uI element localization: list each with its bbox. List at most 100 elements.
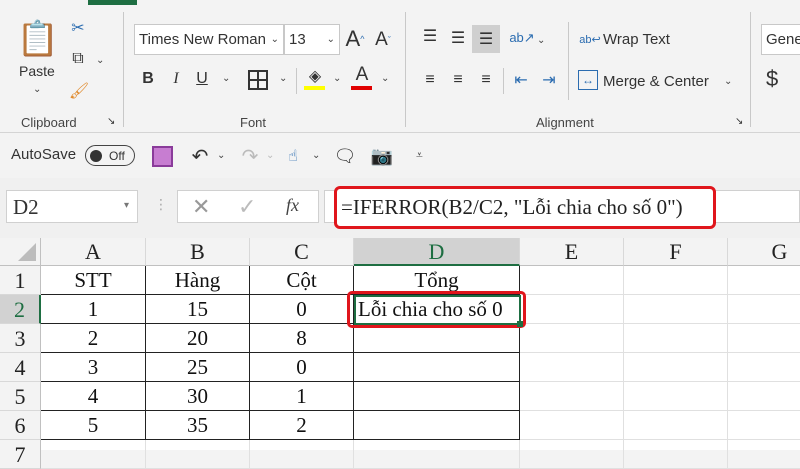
cell-F1[interactable] bbox=[624, 266, 728, 295]
redo-dropdown-icon[interactable]: ⌄ bbox=[266, 150, 274, 161]
wrap-text-button[interactable]: Wrap Text bbox=[603, 31, 670, 48]
cell-G4[interactable] bbox=[728, 353, 800, 382]
font-size-select[interactable]: 13 ⌄ bbox=[284, 24, 340, 55]
column-header-a[interactable]: A bbox=[41, 238, 146, 266]
italic-button[interactable]: I bbox=[167, 68, 185, 90]
cell-B4[interactable]: 25 bbox=[146, 353, 250, 382]
currency-format-button[interactable]: $ bbox=[766, 66, 778, 92]
cell-F5[interactable] bbox=[624, 382, 728, 411]
formula-input[interactable]: =IFERROR(B2/C2, "Lỗi chia cho số 0") bbox=[334, 186, 716, 229]
copy-icon[interactable]: ⧉ bbox=[67, 48, 89, 70]
cell-F6[interactable] bbox=[624, 411, 728, 440]
camera-icon[interactable]: 📷 bbox=[370, 144, 394, 168]
decrease-indent-icon[interactable]: ⇤ bbox=[511, 70, 531, 90]
cell-A7[interactable] bbox=[41, 440, 146, 469]
align-center-icon[interactable]: ≡ bbox=[448, 70, 468, 90]
cell-C3[interactable]: 8 bbox=[250, 324, 354, 353]
merge-center-button[interactable]: Merge & Center bbox=[603, 73, 709, 90]
cell-D6[interactable] bbox=[354, 411, 520, 440]
fill-color-dropdown-icon[interactable]: ⌄ bbox=[333, 73, 341, 84]
enter-icon[interactable]: ✓ bbox=[238, 194, 256, 220]
column-header-d[interactable]: D bbox=[354, 238, 520, 266]
undo-icon[interactable]: ↶ bbox=[189, 144, 211, 168]
cell-D5[interactable] bbox=[354, 382, 520, 411]
customize-qat-icon[interactable]: ⩡ bbox=[416, 148, 423, 163]
cell-F3[interactable] bbox=[624, 324, 728, 353]
row-header-2[interactable]: 2 bbox=[0, 295, 41, 324]
touch-mode-icon[interactable]: ☝ bbox=[283, 144, 303, 168]
column-header-f[interactable]: F bbox=[624, 238, 728, 266]
borders-dropdown-icon[interactable]: ⌄ bbox=[279, 73, 287, 84]
column-header-e[interactable]: E bbox=[520, 238, 624, 266]
fill-handle[interactable] bbox=[517, 321, 523, 327]
cell-E7[interactable] bbox=[520, 440, 624, 469]
cell-D3[interactable] bbox=[354, 324, 520, 353]
clipboard-launcher-icon[interactable]: ↘ bbox=[107, 116, 115, 127]
cell-E6[interactable] bbox=[520, 411, 624, 440]
align-right-icon[interactable]: ≡ bbox=[476, 70, 496, 90]
undo-dropdown-icon[interactable]: ⌄ bbox=[217, 150, 225, 161]
redo-icon[interactable]: ↷ bbox=[239, 144, 261, 168]
orientation-icon[interactable]: ab↗ bbox=[509, 28, 534, 48]
column-header-b[interactable]: B bbox=[146, 238, 250, 266]
bottom-align-icon[interactable]: ☰ bbox=[472, 25, 500, 53]
cell-C2[interactable]: 0 bbox=[250, 295, 354, 324]
cell-E1[interactable] bbox=[520, 266, 624, 295]
row-header-1[interactable]: 1 bbox=[0, 266, 41, 295]
alignment-launcher-icon[interactable]: ↘ bbox=[735, 116, 743, 127]
format-painter-icon[interactable]: 🖌 bbox=[68, 80, 90, 102]
font-color-dropdown-icon[interactable]: ⌄ bbox=[381, 73, 389, 84]
align-left-icon[interactable]: ≡ bbox=[420, 70, 440, 90]
cell-C4[interactable]: 0 bbox=[250, 353, 354, 382]
cell-A5[interactable]: 4 bbox=[41, 382, 146, 411]
touch-dropdown-icon[interactable]: ⌄ bbox=[312, 150, 320, 161]
wrap-text-icon[interactable]: ab↩ bbox=[579, 28, 600, 50]
cell-D4[interactable] bbox=[354, 353, 520, 382]
cell-A3[interactable]: 2 bbox=[41, 324, 146, 353]
cell-C1[interactable]: Cột bbox=[250, 266, 354, 295]
cell-B2[interactable]: 15 bbox=[146, 295, 250, 324]
cell-B7[interactable] bbox=[146, 440, 250, 469]
cell-A4[interactable]: 3 bbox=[41, 353, 146, 382]
cell-B5[interactable]: 30 bbox=[146, 382, 250, 411]
bold-button[interactable]: B bbox=[139, 68, 157, 90]
cell-E3[interactable] bbox=[520, 324, 624, 353]
cell-F4[interactable] bbox=[624, 353, 728, 382]
cell-E2[interactable] bbox=[520, 295, 624, 324]
select-all-button[interactable] bbox=[0, 238, 41, 266]
cell-C6[interactable]: 2 bbox=[250, 411, 354, 440]
decrease-font-size-icon[interactable]: Aˇ bbox=[372, 28, 394, 52]
top-align-icon[interactable]: ☰ bbox=[420, 26, 440, 46]
cell-C7[interactable] bbox=[250, 440, 354, 469]
cell-G1[interactable] bbox=[728, 266, 800, 295]
orientation-dropdown-icon[interactable]: ⌄ bbox=[537, 35, 545, 46]
fill-color-icon[interactable]: ◈ bbox=[305, 66, 325, 86]
increase-indent-icon[interactable]: ⇥ bbox=[539, 70, 559, 90]
paste-icon[interactable]: 📋 bbox=[17, 18, 59, 60]
insert-function-button[interactable]: fx bbox=[286, 195, 299, 216]
save-icon[interactable] bbox=[152, 146, 173, 167]
merge-center-icon[interactable]: ↔ bbox=[578, 70, 598, 90]
cell-C5[interactable]: 1 bbox=[250, 382, 354, 411]
row-header-7[interactable]: 7 bbox=[0, 440, 41, 469]
autosave-toggle[interactable]: Off bbox=[85, 145, 135, 166]
cell-F2[interactable] bbox=[624, 295, 728, 324]
paste-dropdown-icon[interactable]: ⌄ bbox=[33, 84, 41, 95]
cell-G3[interactable] bbox=[728, 324, 800, 353]
row-header-4[interactable]: 4 bbox=[0, 353, 41, 382]
number-format-select[interactable]: Gene bbox=[761, 24, 800, 55]
copy-dropdown-icon[interactable]: ⌄ bbox=[96, 55, 104, 66]
splitter-handle[interactable]: ⋮ bbox=[154, 196, 168, 213]
cell-G5[interactable] bbox=[728, 382, 800, 411]
cell-G7[interactable] bbox=[728, 440, 800, 469]
cell-F7[interactable] bbox=[624, 440, 728, 469]
new-comment-icon[interactable]: 🗨 bbox=[334, 144, 357, 168]
cell-D7[interactable] bbox=[354, 440, 520, 469]
paste-button[interactable]: Paste bbox=[19, 63, 55, 79]
cell-A6[interactable]: 5 bbox=[41, 411, 146, 440]
underline-button[interactable]: U bbox=[193, 68, 211, 90]
row-header-5[interactable]: 5 bbox=[0, 382, 41, 411]
cell-G6[interactable] bbox=[728, 411, 800, 440]
font-color-icon[interactable]: A bbox=[352, 64, 372, 86]
cell-A2[interactable]: 1 bbox=[41, 295, 146, 324]
